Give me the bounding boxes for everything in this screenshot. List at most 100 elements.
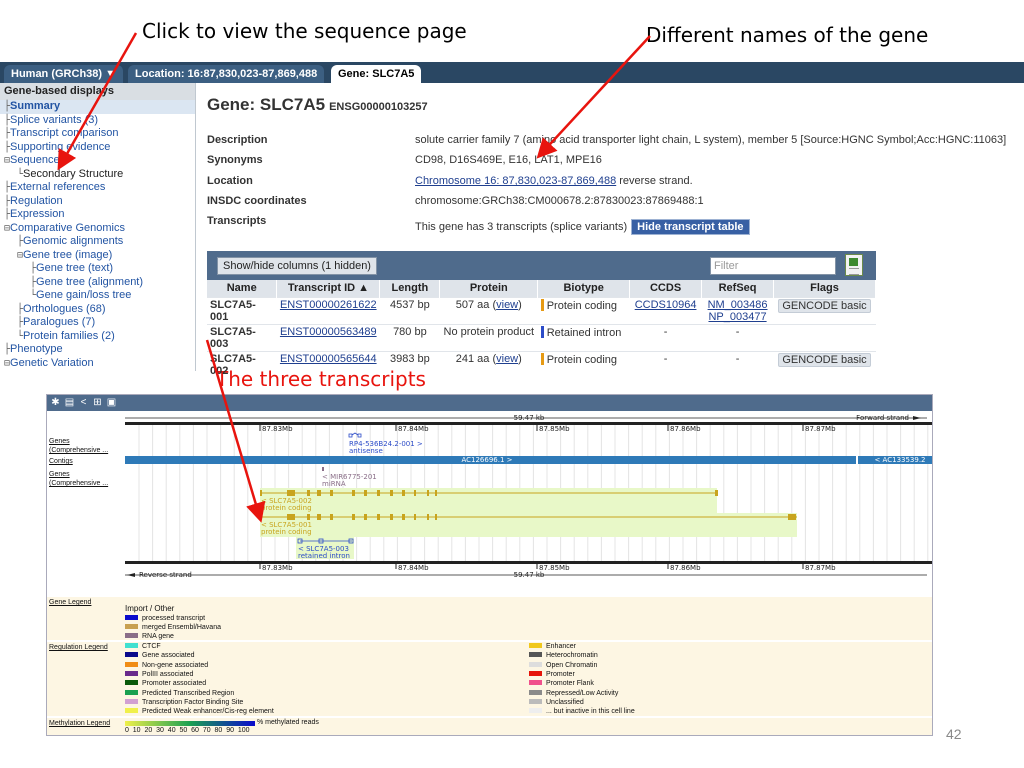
transcript-id-link[interactable]: ENST00000563489: [280, 326, 377, 338]
ccds-value: -: [663, 352, 668, 365]
scale-label-bottom: 59.47 kb: [514, 571, 545, 579]
methylation-scale: 0 10 20 30 40 50 60 70 80 90 100: [125, 727, 250, 734]
sidebar-item[interactable]: ├ External references: [0, 181, 195, 195]
sidebar-item-label: Secondary Structure: [23, 167, 124, 180]
show-hide-columns-button[interactable]: Show/hide columns (1 hidden): [217, 257, 377, 275]
mirna-mark: [322, 467, 324, 471]
column-header[interactable]: Name: [207, 280, 278, 297]
gene-summary-panel: Gene: SLC7A5 ENSG00000103257 Description …: [207, 95, 1024, 235]
resize-icon[interactable]: ⊞: [92, 397, 103, 408]
sidebar-item[interactable]: └ Secondary Structure: [0, 168, 195, 182]
tab-species[interactable]: Human (GRCh38) ▼: [4, 65, 124, 83]
transcript-id-link[interactable]: ENST00000565644: [280, 353, 377, 365]
summary-key: Description: [207, 134, 268, 146]
column-header[interactable]: Transcript ID ▲: [276, 280, 381, 297]
legend-swatch: [529, 708, 542, 714]
sidebar-item[interactable]: ⊟ Gene tree (image): [0, 249, 195, 263]
sidebar-item[interactable]: ├ Supporting evidence: [0, 141, 195, 155]
ruler-tick-label: 87.86Mb: [670, 564, 701, 572]
transcript-001-exon: [427, 514, 429, 520]
methylation-legend: Methylation Legend % methylated reads 0 …: [47, 718, 932, 735]
legend-label: PolIII associated: [142, 670, 194, 678]
sidebar-item[interactable]: ├ Gene tree (alignment): [0, 276, 195, 290]
sidebar-item[interactable]: ├ Phenotype: [0, 343, 195, 357]
ccds-link[interactable]: CCDS10964: [635, 299, 697, 311]
sidebar-item[interactable]: ⊟ Sequence: [0, 154, 195, 168]
sidebar-item-label: Gene tree (image): [23, 248, 113, 261]
filter-input[interactable]: Filter: [710, 257, 836, 275]
gear-icon[interactable]: ✱: [50, 397, 61, 408]
sidebar-item-label: Expression: [10, 208, 65, 220]
column-header[interactable]: CCDS: [629, 280, 703, 297]
column-header[interactable]: Length: [379, 280, 441, 297]
protein-text: 241 aa (: [455, 352, 497, 365]
protein-close-paren: ): [518, 298, 522, 311]
biotype-label: Protein coding: [546, 353, 618, 366]
tab-gene[interactable]: Gene: SLC7A5: [331, 65, 422, 83]
transcript-001-exon: [414, 514, 416, 520]
sidebar-item[interactable]: ├ Expression: [0, 208, 195, 222]
export-spreadsheet-icon[interactable]: [845, 254, 863, 276]
regulation-legend-item: Repressed/Low Activity: [529, 689, 618, 698]
legend-swatch: [125, 689, 138, 695]
transcript-002-exon: [427, 490, 429, 496]
refseq-protein-link[interactable]: NP_003477: [708, 311, 766, 323]
sidebar-item[interactable]: ├ Transcript comparison: [0, 127, 195, 141]
sidebar-item-label: Supporting evidence: [10, 140, 111, 153]
legend-label: Non-gene associated: [142, 661, 209, 669]
protein-view-link[interactable]: view: [496, 353, 518, 365]
hide-transcript-table-button[interactable]: Hide transcript table: [631, 219, 750, 235]
sidebar-item[interactable]: ├ Paralogues (7): [0, 316, 195, 330]
column-header[interactable]: RefSeq: [701, 280, 775, 297]
save-icon[interactable]: ▣: [106, 397, 117, 408]
legend-label: Open Chromatin: [546, 661, 598, 669]
sidebar-item[interactable]: ├ Orthologues (68): [0, 303, 195, 317]
biotype-color-bar: [540, 298, 544, 311]
sidebar-item[interactable]: └ Protein families (2): [0, 330, 195, 344]
sidebar-item[interactable]: ├ Splice variants (3): [0, 114, 195, 128]
regulation-legend-item: Gene associated: [125, 652, 195, 660]
regulation-legend: Regulation Legend CTCF Gene associated Non…: [47, 642, 932, 716]
refseq-link[interactable]: NM_003486: [708, 299, 768, 311]
share-icon[interactable]: <: [78, 397, 89, 408]
antisense-exon: [357, 433, 362, 438]
summary-key: Transcripts: [207, 215, 267, 227]
sidebar-item[interactable]: ├ Regulation: [0, 195, 195, 209]
sidebar-item-label: Protein families (2): [23, 329, 115, 342]
location-link[interactable]: Chromosome 16: 87,830,023-87,869,488: [415, 175, 616, 187]
transcript-id-link[interactable]: ENST00000261622: [280, 299, 377, 311]
transcript-001-exon: [402, 514, 405, 520]
summary-key: INSDC coordinates: [207, 195, 307, 207]
sidebar-item[interactable]: └ Gene gain/loss tree: [0, 289, 195, 303]
summary-key: Location: [207, 175, 253, 187]
sidebar-item-label: Sequence: [10, 154, 60, 166]
legend-swatch: [125, 661, 138, 667]
legend-swatch: [125, 624, 138, 629]
legend-swatch: [529, 689, 542, 695]
ruler-tick-label: 87.86Mb: [670, 425, 701, 433]
flag-badge: GENCODE basic: [778, 352, 871, 367]
column-header[interactable]: Protein: [439, 280, 539, 297]
sidebar-item-label: External references: [10, 181, 106, 193]
refseq-value: -: [735, 325, 740, 338]
browser-tracks-svg: 59.47 kb Forward strand 87.83Mb 87.84Mb 87.8…: [125, 414, 932, 579]
protein-view-link[interactable]: view: [496, 299, 518, 311]
export-image-icon[interactable]: ▤: [64, 397, 75, 408]
tab-location[interactable]: Location: 16:87,830,023-87,869,488: [128, 65, 325, 83]
column-header[interactable]: Biotype: [537, 280, 631, 297]
column-header[interactable]: Flags: [773, 280, 876, 297]
gene-legend-subtitle: Import / Other: [125, 604, 175, 613]
sidebar-item[interactable]: ⊟ Genetic Variation: [0, 357, 195, 371]
forward-strand-label: Forward strand: [856, 414, 909, 422]
legend-label: Gene associated: [142, 652, 195, 660]
sidebar-item[interactable]: ├ Genomic alignments: [0, 235, 195, 249]
regulation-legend-item: Predicted Transcribed Region: [125, 689, 234, 698]
methylation-legend-title: Methylation Legend: [49, 720, 111, 727]
sidebar-item[interactable]: ├ Gene tree (text): [0, 262, 195, 276]
legend-label: Transcription Factor Binding Site: [142, 698, 244, 706]
sidebar-item[interactable]: ⊟ Comparative Genomics: [0, 222, 195, 236]
legend-swatch: [125, 615, 138, 620]
flag-badge: GENCODE basic: [778, 298, 871, 313]
regulation-legend-item: Promoter: [529, 670, 575, 679]
sidebar-item[interactable]: ├ Summary: [0, 100, 195, 114]
